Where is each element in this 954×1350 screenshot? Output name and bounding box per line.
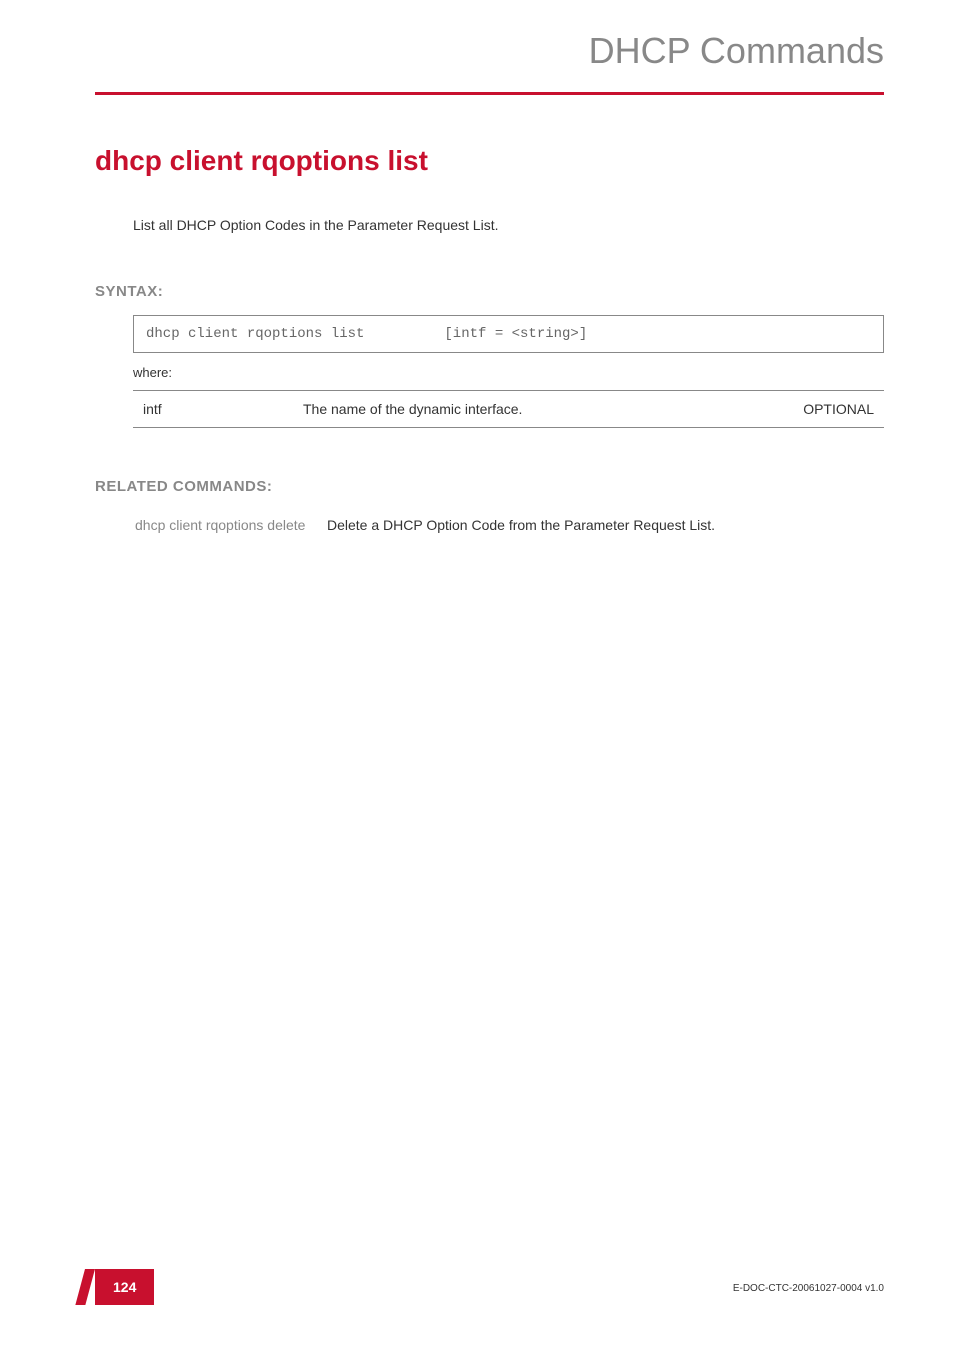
param-requirement: OPTIONAL bbox=[764, 391, 884, 428]
param-table: intf The name of the dynamic interface. … bbox=[133, 390, 884, 428]
syntax-args: [intf = <string>] bbox=[444, 326, 587, 342]
chapter-title: DHCP Commands bbox=[0, 30, 884, 72]
syntax-command: dhcp client rqoptions list bbox=[146, 326, 436, 342]
content-area: dhcp client rqoptions list List all DHCP… bbox=[0, 95, 954, 540]
table-row: dhcp client rqoptions delete Delete a DH… bbox=[135, 512, 882, 538]
where-label: where: bbox=[133, 365, 884, 380]
syntax-heading: SYNTAX: bbox=[95, 283, 884, 300]
related-table: dhcp client rqoptions delete Delete a DH… bbox=[133, 510, 884, 540]
page-number: 124 bbox=[95, 1269, 154, 1305]
param-description: The name of the dynamic interface. bbox=[293, 391, 764, 428]
related-heading: RELATED COMMANDS: bbox=[95, 478, 884, 495]
table-row: intf The name of the dynamic interface. … bbox=[133, 391, 884, 428]
related-description: Delete a DHCP Option Code from the Param… bbox=[327, 512, 882, 538]
page-footer: 124 E-DOC-CTC-20061027-0004 v1.0 bbox=[0, 1269, 954, 1305]
document-id: E-DOC-CTC-20061027-0004 v1.0 bbox=[733, 1283, 884, 1294]
syntax-box: dhcp client rqoptions list [intf = <stri… bbox=[133, 315, 884, 353]
param-name: intf bbox=[133, 391, 293, 428]
page-header: DHCP Commands bbox=[0, 0, 954, 92]
related-command: dhcp client rqoptions delete bbox=[135, 512, 325, 538]
command-description: List all DHCP Option Codes in the Parame… bbox=[133, 217, 884, 233]
command-title: dhcp client rqoptions list bbox=[95, 145, 884, 177]
